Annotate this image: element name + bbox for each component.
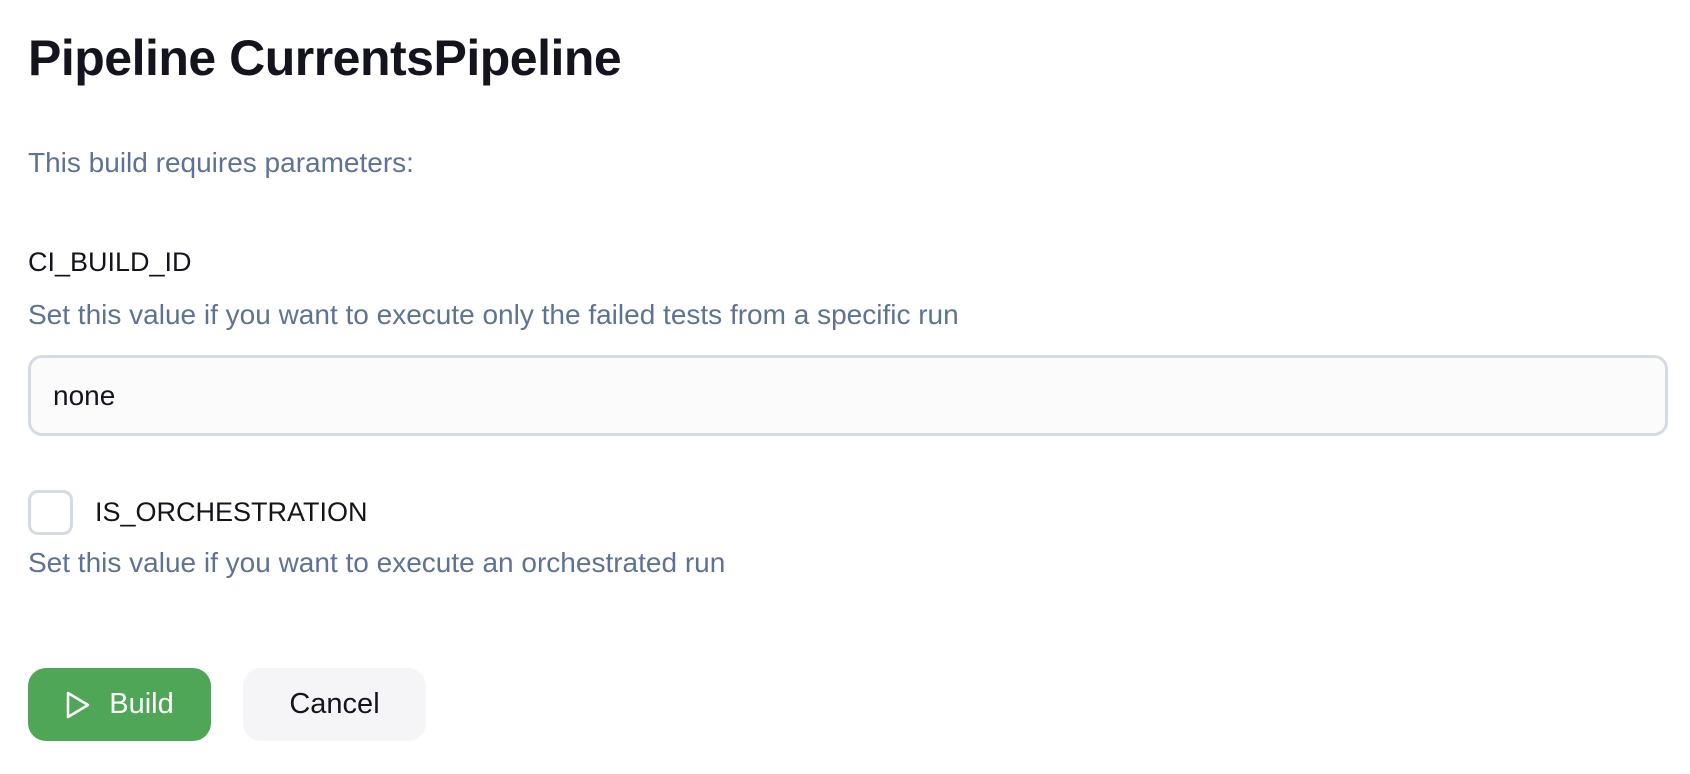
ci-build-id-description: Set this value if you want to execute on… bbox=[28, 299, 959, 330]
ci-build-id-label: CI_BUILD_ID bbox=[28, 247, 192, 277]
is-orchestration-label[interactable]: IS_ORCHESTRATION bbox=[95, 496, 368, 528]
ci-build-id-input[interactable] bbox=[28, 355, 1668, 436]
build-button[interactable]: Build bbox=[28, 668, 211, 741]
build-button-label: Build bbox=[109, 688, 174, 720]
is-orchestration-checkbox[interactable] bbox=[28, 490, 73, 535]
cancel-button[interactable]: Cancel bbox=[243, 668, 426, 741]
play-icon bbox=[65, 690, 91, 720]
page-title: Pipeline CurrentsPipeline bbox=[28, 30, 622, 86]
is-orchestration-description: Set this value if you want to execute an… bbox=[28, 547, 726, 578]
intro-text: This build requires parameters: bbox=[28, 147, 414, 178]
